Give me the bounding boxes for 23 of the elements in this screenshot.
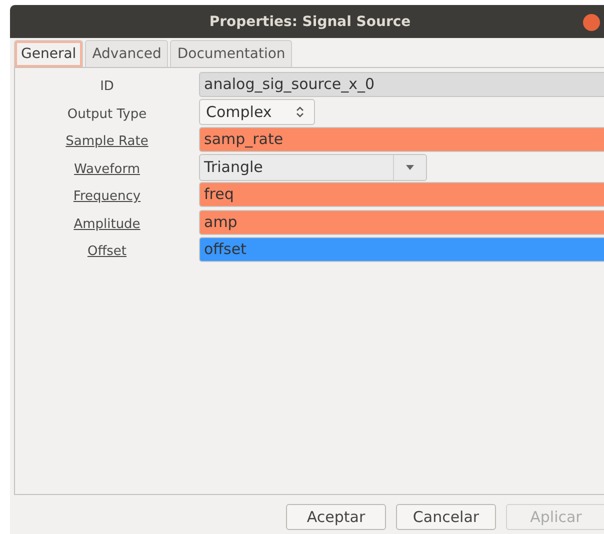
up-down-arrows-icon: [296, 106, 304, 118]
close-icon[interactable]: [583, 14, 600, 31]
dialog-button[interactable]: Aceptar: [286, 504, 386, 530]
tab[interactable]: General: [14, 40, 84, 67]
dialog-button[interactable]: Cancelar: [396, 504, 496, 530]
field-label: Sample Rate: [66, 134, 148, 150]
field-label: Waveform: [74, 162, 140, 177]
window-title: Properties: Signal Source: [209, 14, 411, 30]
input-field[interactable]: samp_rate: [199, 127, 604, 152]
input-field[interactable]: freq: [199, 182, 604, 208]
tab[interactable]: Documentation: [170, 40, 292, 67]
input-field[interactable]: analog_sig_source_x_0: [199, 72, 604, 98]
field-label: Frequency: [73, 189, 141, 204]
field-label: Amplitude: [74, 216, 140, 232]
caret-icon: [406, 164, 414, 170]
tab[interactable]: Advanced: [85, 40, 168, 67]
field-label: Offset: [87, 244, 127, 260]
field-label: Output Type: [67, 106, 147, 122]
field-label: ID: [100, 79, 114, 94]
input-field[interactable]: offset: [199, 237, 604, 262]
dropdown[interactable]: Triangle: [199, 154, 427, 181]
input-field[interactable]: amp: [199, 210, 604, 235]
type-selector[interactable]: Complex: [199, 99, 315, 126]
